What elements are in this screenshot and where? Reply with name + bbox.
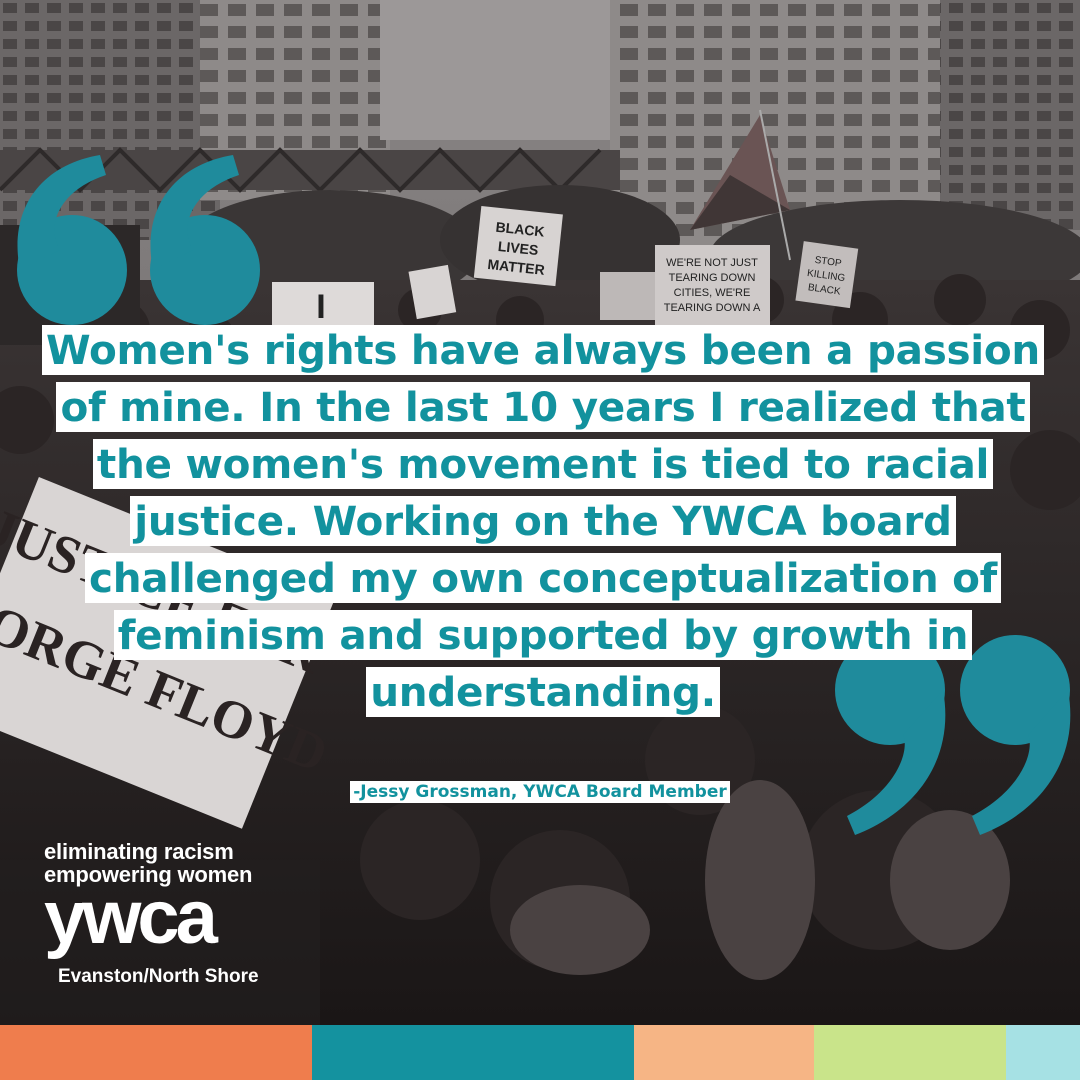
building-far-right bbox=[940, 0, 1080, 230]
ywca-wordmark: ywca bbox=[44, 875, 218, 960]
svg-text:WE'RE NOT JUST: WE'RE NOT JUST bbox=[666, 257, 758, 269]
sign-black-lives-matter: BLACK LIVES MATTER bbox=[473, 205, 563, 287]
stripe-teal bbox=[312, 1025, 634, 1080]
stripe-light-blue bbox=[1006, 1025, 1080, 1080]
stripe-orange bbox=[0, 1025, 312, 1080]
sign-letter-i: I bbox=[272, 282, 374, 327]
attribution: -Jessy Grossman, YWCA Board Member bbox=[0, 781, 1080, 803]
stripe-green bbox=[814, 1025, 1006, 1080]
open-quote-icon bbox=[17, 155, 260, 325]
sign-stop-killing: STOP KILLING BLACK bbox=[795, 241, 859, 309]
attribution-text: -Jessy Grossman, YWCA Board Member bbox=[350, 781, 730, 803]
ywca-logo: eliminating racism empowering women ywca… bbox=[44, 840, 259, 988]
quote-block: Women's rights have always been a passio… bbox=[38, 322, 1048, 721]
color-stripes bbox=[0, 1025, 1080, 1080]
tagline-line1: eliminating racism bbox=[44, 839, 234, 864]
chapter-name: Evanston/North Shore bbox=[58, 966, 259, 987]
sign-tearing-down: WE'RE NOT JUST TEARING DOWN CITIES, WE'R… bbox=[655, 245, 770, 325]
svg-text:CITIES, WE'RE: CITIES, WE'RE bbox=[674, 287, 751, 299]
svg-text:I: I bbox=[316, 288, 325, 326]
stripe-peach bbox=[634, 1025, 814, 1080]
svg-text:TEARING DOWN: TEARING DOWN bbox=[669, 272, 756, 284]
svg-text:TEARING DOWN A: TEARING DOWN A bbox=[664, 302, 761, 314]
quote-text: Women's rights have always been a passio… bbox=[42, 325, 1044, 717]
